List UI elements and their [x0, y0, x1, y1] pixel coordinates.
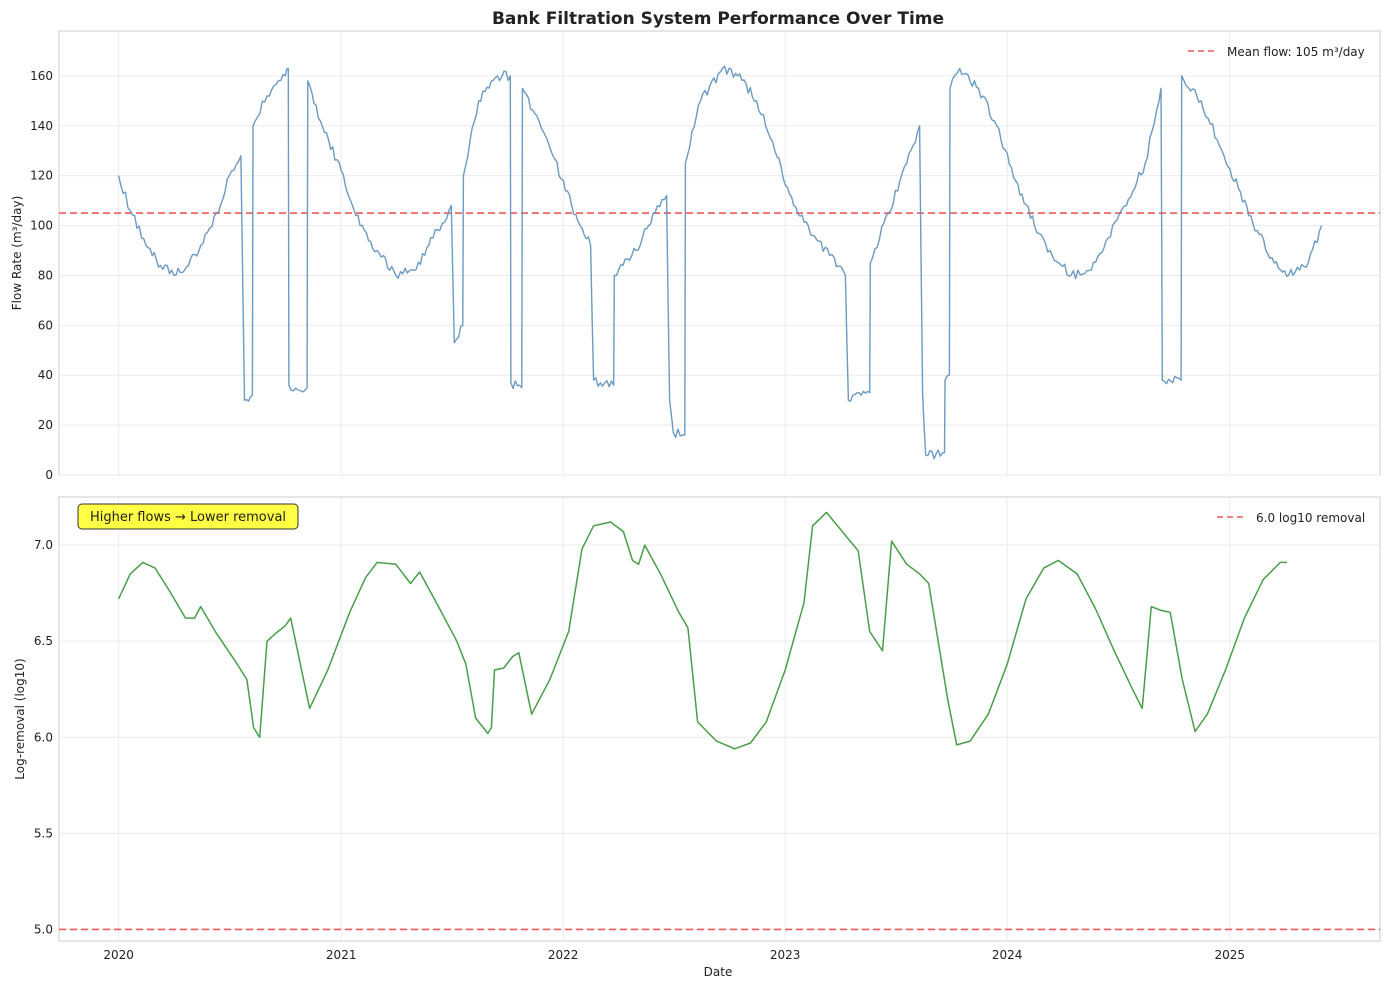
removal-plot-area	[58, 496, 1381, 942]
removal-y-tick-label: 6.0	[34, 730, 53, 744]
flow-rate-panel: 0 20 40 60 80 100 120 140 160 Flow Rate (m³/day)…	[10, 30, 1381, 482]
log-removal-panel: 5.0 5.5 6.0 6.5 7.0 2020 2021 2022 2023 2024 2025…	[13, 496, 1381, 979]
flow-y-tick-label: 60	[38, 318, 53, 332]
legend-label-removal-threshold: 6.0 log10 removal	[1256, 511, 1365, 525]
x-tick-label-2021: 2021	[326, 948, 357, 962]
flow-y-tick-label: 160	[30, 69, 53, 83]
removal-y-axis-label: Log-removal (log10)	[13, 658, 27, 779]
flow-y-axis-label: Flow Rate (m³/day)	[10, 196, 24, 311]
flow-y-tick-label: 80	[38, 268, 53, 282]
removal-y-tick-label: 7.0	[34, 538, 53, 552]
flow-y-tick-label: 120	[30, 169, 53, 183]
flow-y-tick-label: 20	[38, 418, 53, 432]
flow-y-tick-label: 0	[45, 468, 53, 482]
x-tick-label-2022: 2022	[548, 948, 579, 962]
legend-label-mean-flow: Mean flow: 105 m³/day	[1227, 45, 1365, 59]
x-tick-label-2025: 2025	[1215, 948, 1246, 962]
annotation-box: Higher flows → Lower removal	[77, 503, 299, 530]
x-tick-label-2023: 2023	[770, 948, 801, 962]
x-tick-label-2020: 2020	[103, 948, 134, 962]
removal-y-tick-label: 5.0	[34, 922, 53, 936]
annotation-text: Higher flows → Lower removal	[90, 510, 286, 525]
figure: Bank Filtration System Performance Over …	[0, 0, 1389, 989]
x-tick-label-2024: 2024	[992, 948, 1023, 962]
removal-y-tick-label: 5.5	[34, 826, 53, 840]
flow-y-tick-label: 100	[30, 219, 53, 233]
chart-title: Bank Filtration System Performance Over …	[492, 9, 944, 29]
flow-y-tick-label: 140	[30, 119, 53, 133]
x-axis-label: Date	[704, 965, 733, 979]
removal-y-tick-label: 6.5	[34, 634, 53, 648]
flow-y-tick-label: 40	[38, 368, 53, 382]
